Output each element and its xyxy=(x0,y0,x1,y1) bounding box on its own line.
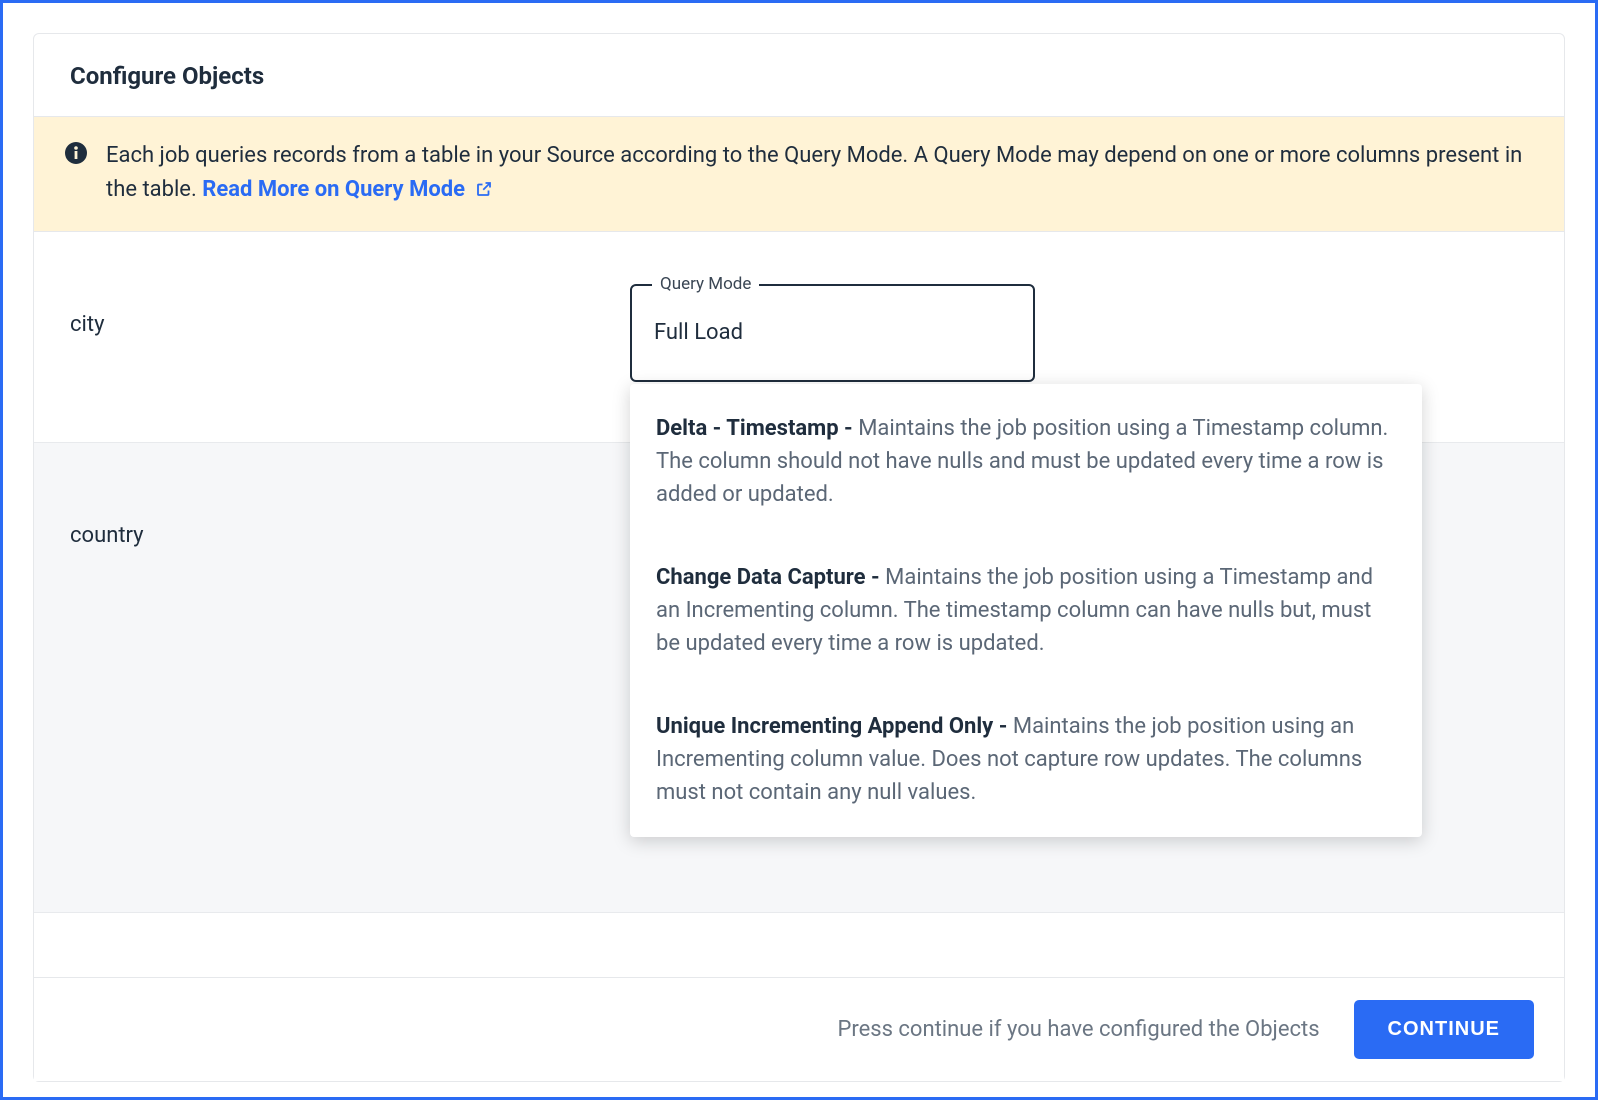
card-footer: Press continue if you have configured th… xyxy=(34,977,1564,1081)
query-mode-select[interactable]: Query Mode Full Load xyxy=(630,284,1035,382)
dropdown-option-delta-timestamp[interactable]: Delta - Timestamp - Maintains the job po… xyxy=(630,398,1422,525)
read-more-link[interactable]: Read More on Query Mode xyxy=(202,177,492,202)
field-zone: Query Mode Full Load Delta - Timestamp -… xyxy=(630,284,1528,382)
external-link-icon xyxy=(475,175,493,209)
dropdown-option-unique-incrementing[interactable]: Unique Incrementing Append Only - Mainta… xyxy=(630,696,1422,823)
footer-hint: Press continue if you have configured th… xyxy=(837,1017,1319,1042)
card-header: Configure Objects xyxy=(34,34,1564,117)
object-name: country xyxy=(70,495,630,548)
configure-objects-card: Configure Objects Each job queries recor… xyxy=(33,33,1565,1082)
card-title: Configure Objects xyxy=(70,62,1528,90)
query-mode-label: Query Mode xyxy=(652,274,759,294)
info-banner-text: Each job queries records from a table in… xyxy=(106,139,1528,209)
continue-button[interactable]: CONTINUE xyxy=(1354,1000,1534,1059)
info-banner: Each job queries records from a table in… xyxy=(34,117,1564,232)
dropdown-option-change-data-capture[interactable]: Change Data Capture - Maintains the job … xyxy=(630,547,1422,674)
object-row-city: city Query Mode Full Load Delta - Timest… xyxy=(34,232,1564,443)
objects-list: city Query Mode Full Load Delta - Timest… xyxy=(34,232,1564,913)
query-mode-value: Full Load xyxy=(632,286,1033,345)
info-icon xyxy=(64,139,88,176)
query-mode-dropdown[interactable]: Delta - Timestamp - Maintains the job po… xyxy=(630,384,1422,837)
object-name: city xyxy=(70,284,630,337)
